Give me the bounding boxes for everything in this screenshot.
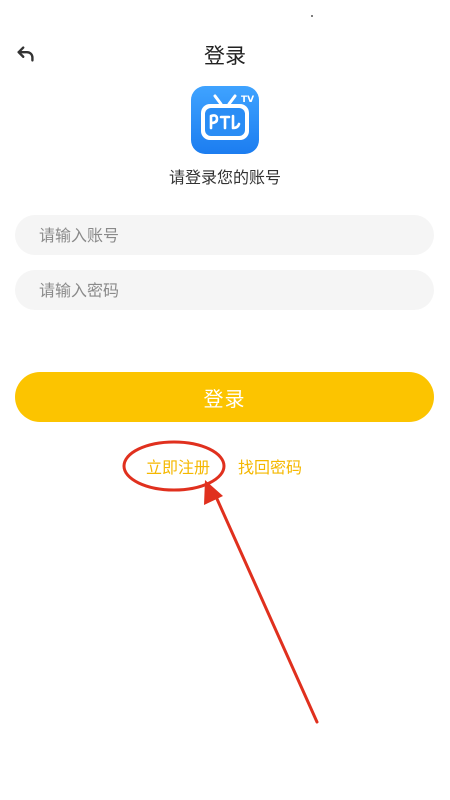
auth-links: 立即注册 找回密码 (0, 454, 450, 478)
annotation-arrow-head (204, 480, 223, 505)
svg-text:TV: TV (241, 95, 254, 105)
app-logo: TV (191, 86, 259, 154)
tv-app-logo-icon: TV (201, 94, 254, 140)
annotation-arrow-line (211, 488, 319, 724)
login-button[interactable]: 登录 (15, 372, 434, 422)
login-screen: 登录 TV 请登录您的账号 登录 立即注册 找回密码 (0, 0, 450, 800)
page-title: 登录 (204, 44, 246, 68)
login-subtitle: 请登录您的账号 (168, 168, 281, 187)
forgot-password-link[interactable]: 找回密码 (238, 454, 302, 478)
header-bar: 登录 (0, 30, 450, 78)
status-bar-dot (311, 15, 313, 17)
register-link[interactable]: 立即注册 (146, 454, 210, 478)
account-input[interactable] (15, 215, 434, 255)
password-input[interactable] (15, 270, 434, 310)
